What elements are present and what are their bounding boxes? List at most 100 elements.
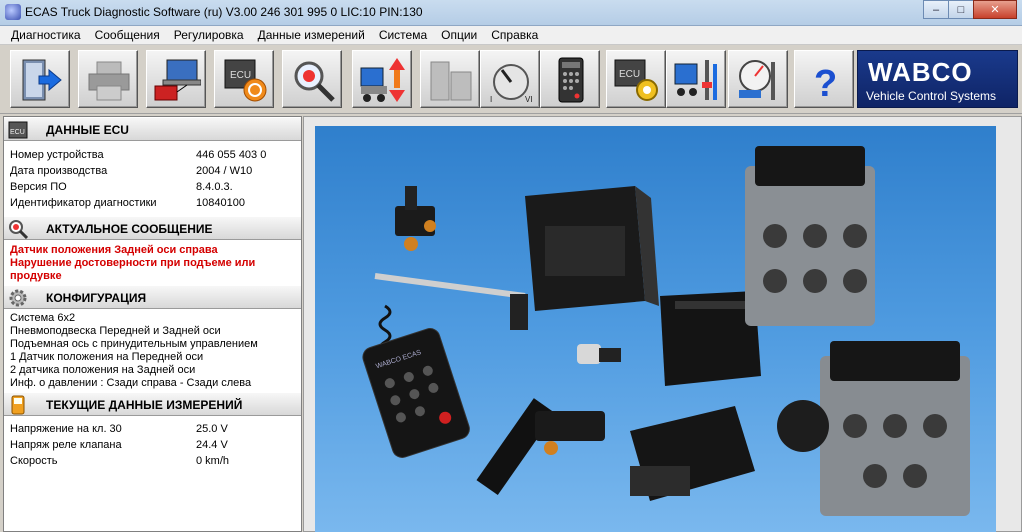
brand-name: WABCO bbox=[868, 57, 973, 87]
dial-icon: I VI bbox=[490, 64, 533, 104]
print-button[interactable] bbox=[78, 50, 138, 108]
pressure-sensor-image bbox=[577, 344, 621, 364]
ecu-row: Номер устройства 446 055 403 0 bbox=[4, 147, 301, 163]
config-line: 2 датчика положения на Задней оси bbox=[10, 364, 196, 376]
menu-adjustment[interactable]: Регулировка bbox=[167, 28, 251, 42]
valve-block-bottom-image bbox=[777, 341, 970, 516]
row-value: 2004 / W10 bbox=[196, 165, 253, 177]
exit-door-icon bbox=[22, 59, 62, 101]
pressure-button[interactable] bbox=[728, 50, 788, 108]
section-title: ДАННЫЕ ECU bbox=[46, 123, 129, 137]
level-adjust-button[interactable] bbox=[352, 50, 412, 108]
search-button[interactable] bbox=[282, 50, 342, 108]
exit-button[interactable] bbox=[10, 50, 70, 108]
remote-control-button[interactable] bbox=[540, 50, 600, 108]
printer-icon bbox=[88, 61, 130, 101]
config-line: Пневмоподвеска Передней и Задней оси bbox=[10, 325, 221, 337]
section-ecu-data[interactable]: ECU ДАННЫЕ ECU bbox=[4, 117, 301, 141]
maximize-icon[interactable]: □ bbox=[948, 0, 974, 19]
help-button[interactable]: ? bbox=[794, 50, 854, 108]
remote-control-icon bbox=[558, 57, 584, 103]
row-value: 8.4.0.3. bbox=[196, 181, 233, 193]
row-label: Напряжение на кл. 30 bbox=[10, 423, 122, 435]
measurement-row: Напряж реле клапана 24.4 V bbox=[4, 437, 301, 453]
dial-button[interactable]: I VI bbox=[480, 50, 540, 108]
wabco-logo: WABCO Vehicle Control Systems bbox=[857, 50, 1018, 108]
menu-options[interactable]: Опции bbox=[434, 28, 484, 42]
meter-icon bbox=[11, 395, 25, 415]
menu-measurements[interactable]: Данные измерений bbox=[251, 28, 372, 42]
main-panel: WABCO ECAS bbox=[303, 116, 1022, 532]
svg-text:ECU: ECU bbox=[230, 70, 251, 81]
section-title: АКТУАЛЬНОЕ СООБЩЕНИЕ bbox=[46, 222, 213, 236]
row-label: Идентификатор диагностики bbox=[10, 197, 157, 209]
section-title: КОНФИГУРАЦИЯ bbox=[46, 291, 147, 305]
remote-control-image: WABCO ECAS bbox=[362, 328, 470, 458]
brand-subtitle: Vehicle Control Systems bbox=[866, 89, 997, 103]
config-line: Инф. о давлении : Сзади справа - Сзади с… bbox=[10, 377, 252, 389]
gear-icon bbox=[9, 289, 27, 307]
blank-panel-button[interactable] bbox=[420, 50, 480, 108]
message-line: Датчик положения Задней оси справа bbox=[10, 244, 218, 256]
svg-text:VI: VI bbox=[525, 95, 533, 104]
svg-text:?: ? bbox=[814, 63, 837, 104]
section-measurements[interactable]: ТЕКУЩИЕ ДАННЫЕ ИЗМЕРЕНИЙ bbox=[4, 392, 301, 416]
truck-level-icon bbox=[360, 58, 405, 102]
window-controls: – □ ✕ bbox=[923, 0, 1017, 19]
section-current-message[interactable]: АКТУАЛЬНОЕ СООБЩЕНИЕ bbox=[4, 216, 301, 240]
row-label: Номер устройства bbox=[10, 149, 104, 161]
measurement-row: Скорость 0 km/h bbox=[4, 453, 301, 469]
config-line: Подъемная ось с принудительным управлени… bbox=[10, 338, 258, 350]
section-configuration[interactable]: КОНФИГУРАЦИЯ bbox=[4, 285, 301, 309]
lever-sensor-image bbox=[476, 398, 605, 495]
ecas-components-illustration: WABCO ECAS bbox=[362, 146, 970, 516]
ecu-reset-button[interactable]: ECU bbox=[214, 50, 274, 108]
calibration-button[interactable] bbox=[666, 50, 726, 108]
menu-diagnostics[interactable]: Диагностика bbox=[4, 28, 88, 42]
config-line: Система 6x2 bbox=[10, 312, 76, 324]
ecu-gear-icon: ECU bbox=[614, 59, 658, 101]
row-label: Версия ПО bbox=[10, 181, 67, 193]
row-value: 24.4 V bbox=[196, 439, 228, 451]
menu-bar: Диагностика Сообщения Регулировка Данные… bbox=[0, 26, 1022, 45]
close-icon[interactable]: ✕ bbox=[973, 0, 1017, 19]
svg-text:ECU: ECU bbox=[619, 69, 640, 80]
magnifier-icon bbox=[294, 61, 335, 102]
product-photo: WABCO ECAS bbox=[315, 126, 996, 532]
connect-ecu-button[interactable] bbox=[146, 50, 206, 108]
menu-messages[interactable]: Сообщения bbox=[88, 28, 167, 42]
config-line: 1 Датчик положения на Передней оси bbox=[10, 351, 204, 363]
row-label: Дата производства bbox=[10, 165, 108, 177]
ecu-settings-button[interactable]: ECU bbox=[606, 50, 666, 108]
ecu-row: Версия ПО 8.4.0.3. bbox=[4, 179, 301, 195]
message-line: Нарушение достоверности при подъеме или … bbox=[10, 257, 256, 282]
window-title: ECAS Truck Diagnostic Software (ru) V3.0… bbox=[25, 5, 423, 19]
ecu-unit-top-image bbox=[525, 186, 659, 311]
laptop-ecu-icon bbox=[154, 59, 201, 101]
toolbar: ECU I VI ECU ? WABCO Vehicle Control Sys… bbox=[0, 46, 1022, 114]
calibration-icon bbox=[674, 60, 717, 100]
row-value: 446 055 403 0 bbox=[196, 149, 267, 161]
error-message: Датчик положения Задней оси справа Наруш… bbox=[4, 240, 301, 285]
help-icon: ? bbox=[814, 63, 837, 104]
row-value: 10840100 bbox=[196, 197, 245, 209]
svg-text:I: I bbox=[490, 95, 492, 104]
svg-text:ECU: ECU bbox=[10, 129, 25, 136]
row-value: 25.0 V bbox=[196, 423, 228, 435]
pressure-gauge-icon bbox=[739, 60, 775, 100]
section-title: ТЕКУЩИЕ ДАННЫЕ ИЗМЕРЕНИЙ bbox=[46, 398, 243, 412]
ecu-chip-icon: ECU bbox=[8, 121, 28, 139]
menu-help[interactable]: Справка bbox=[484, 28, 545, 42]
configuration-list: Система 6x2 Пневмоподвеска Передней и За… bbox=[4, 309, 301, 392]
blank-panels-icon bbox=[430, 61, 472, 101]
info-panel: ECU ДАННЫЕ ECU Номер устройства 446 055 4… bbox=[3, 116, 302, 532]
row-label: Напряж реле клапана bbox=[10, 439, 122, 451]
row-value: 0 km/h bbox=[196, 455, 230, 467]
ecu-reset-icon: ECU bbox=[224, 59, 267, 102]
measurement-row: Напряжение на кл. 30 25.0 V bbox=[4, 421, 301, 437]
title-bar: ECAS Truck Diagnostic Software (ru) V3.0… bbox=[0, 0, 1022, 26]
ecu-row: Идентификатор диагностики 10840100 bbox=[4, 195, 301, 211]
app-icon bbox=[5, 4, 21, 20]
minimize-icon[interactable]: – bbox=[923, 0, 949, 19]
menu-system[interactable]: Система bbox=[372, 28, 434, 42]
